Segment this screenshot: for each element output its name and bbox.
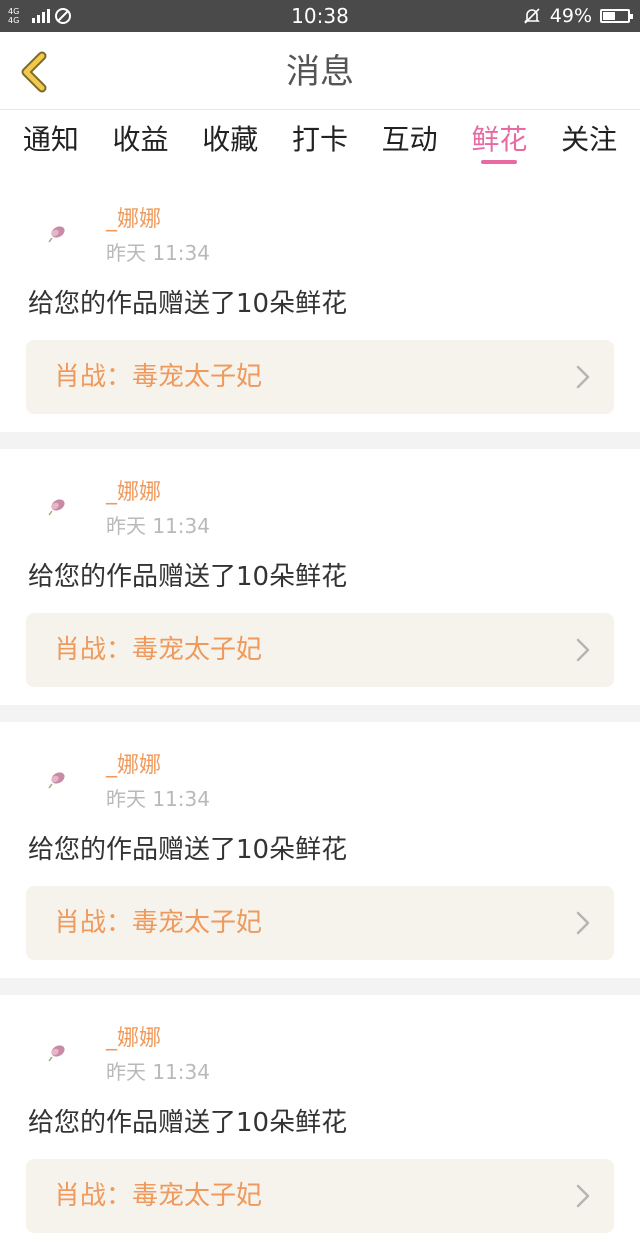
- tab-interaction[interactable]: 互动: [382, 110, 438, 170]
- work-title: 肖战：毒宠太子妃: [54, 635, 263, 665]
- tab-flowers[interactable]: 鲜花: [471, 110, 527, 170]
- timestamp: 昨天 11:34: [106, 514, 210, 538]
- work-link[interactable]: 肖战：毒宠太子妃: [26, 340, 614, 414]
- work-link[interactable]: 肖战：毒宠太子妃: [26, 613, 614, 687]
- message-text: 给您的作品赠送了10朵鲜花: [28, 562, 348, 592]
- message-text: 给您的作品赠送了10朵鲜花: [28, 289, 348, 319]
- tab-label: 收藏: [202, 123, 259, 156]
- card-separator: [0, 705, 640, 722]
- work-title: 肖战：毒宠太子妃: [54, 362, 263, 392]
- flower-avatar-icon[interactable]: [44, 1037, 72, 1065]
- header: 消息: [0, 32, 640, 110]
- tab-label: 打卡: [291, 123, 348, 156]
- message-text: 给您的作品赠送了10朵鲜花: [28, 1108, 348, 1138]
- tab-label: 关注: [561, 123, 618, 156]
- flower-avatar-icon[interactable]: [44, 764, 72, 792]
- tab-label: 收益: [112, 123, 169, 156]
- message-card: _娜娜 昨天 11:34 给您的作品赠送了10朵鲜花 肖战：毒宠太子妃: [0, 176, 640, 432]
- status-right: 49%: [522, 4, 633, 28]
- battery-icon: [600, 9, 633, 23]
- message-card: _娜娜 昨天 11:34 给您的作品赠送了10朵鲜花 肖战：毒宠太子妃: [0, 722, 640, 978]
- sender-name[interactable]: _娜娜: [106, 1025, 161, 1053]
- tab-label: 互动: [381, 123, 438, 156]
- tab-bar: 通知 收益 收藏 打卡 互动 鲜花 关注: [0, 110, 640, 176]
- chevron-right-icon: [576, 638, 590, 662]
- sender-name[interactable]: _娜娜: [106, 752, 161, 780]
- tab-favorites[interactable]: 收藏: [202, 110, 258, 170]
- tab-label: 通知: [22, 123, 79, 156]
- timestamp: 昨天 11:34: [106, 241, 210, 265]
- work-link[interactable]: 肖战：毒宠太子妃: [26, 886, 614, 960]
- timestamp: 昨天 11:34: [106, 787, 210, 811]
- message-text: 给您的作品赠送了10朵鲜花: [28, 835, 348, 865]
- work-link[interactable]: 肖战：毒宠太子妃: [26, 1159, 614, 1233]
- chevron-right-icon: [576, 365, 590, 389]
- battery-percent: 49%: [549, 5, 592, 27]
- message-card: _娜娜 昨天 11:34 给您的作品赠送了10朵鲜花 肖战：毒宠太子妃: [0, 995, 640, 1251]
- chevron-right-icon: [576, 1184, 590, 1208]
- timestamp: 昨天 11:34: [106, 1060, 210, 1084]
- active-tab-indicator: [481, 160, 518, 164]
- tab-label: 鲜花: [471, 123, 528, 156]
- flower-avatar-icon[interactable]: [44, 491, 72, 519]
- message-card: _娜娜 昨天 11:34 给您的作品赠送了10朵鲜花 肖战：毒宠太子妃: [0, 449, 640, 705]
- sender-name[interactable]: _娜娜: [106, 479, 161, 507]
- mute-bell-icon: [523, 8, 540, 24]
- message-list: _娜娜 昨天 11:34 给您的作品赠送了10朵鲜花 肖战：毒宠太子妃 _娜娜 …: [0, 176, 640, 1251]
- flower-avatar-icon[interactable]: [44, 218, 72, 246]
- work-title: 肖战：毒宠太子妃: [54, 1181, 263, 1211]
- chevron-right-icon: [576, 911, 590, 935]
- battery-level: [603, 12, 615, 20]
- tab-checkin[interactable]: 打卡: [292, 110, 348, 170]
- tab-notifications[interactable]: 通知: [23, 110, 79, 170]
- page-title: 消息: [286, 52, 354, 92]
- status-bar: 4G 4G 10:38 49%: [0, 0, 640, 32]
- card-separator: [0, 432, 640, 449]
- card-separator: [0, 978, 640, 995]
- tab-earnings[interactable]: 收益: [113, 110, 169, 170]
- sender-name[interactable]: _娜娜: [106, 206, 161, 234]
- work-title: 肖战：毒宠太子妃: [54, 908, 263, 938]
- tab-following[interactable]: 关注: [561, 110, 617, 170]
